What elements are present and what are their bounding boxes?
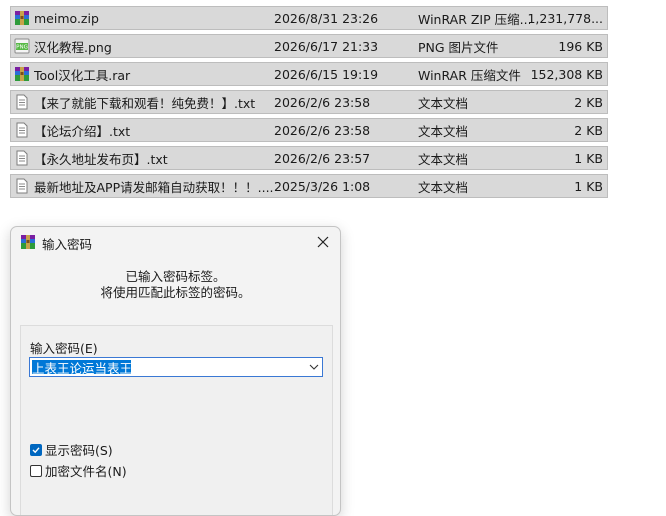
file-type: 文本文档 <box>418 179 469 195</box>
text-document-icon <box>14 94 30 110</box>
file-size: 1 KB <box>574 150 603 166</box>
file-size: 2 KB <box>574 122 603 138</box>
show-password-label: 显示密码(S) <box>45 443 113 458</box>
file-type: 文本文档 <box>418 123 469 139</box>
file-type: PNG 图片文件 <box>418 39 499 55</box>
close-icon[interactable] <box>310 230 336 254</box>
file-name: 【论坛介绍】.txt <box>34 123 131 139</box>
chevron-down-icon[interactable] <box>308 361 320 373</box>
file-type: WinRAR ZIP 压缩... <box>418 11 530 27</box>
png-image-icon: PNG <box>14 38 30 54</box>
file-size: 1,231,778... <box>527 10 603 26</box>
password-combo[interactable] <box>29 357 323 377</box>
encrypt-filenames-label: 加密文件名(N) <box>45 464 127 479</box>
file-row-txt-3[interactable]: 【永久地址发布页】.txt 2026/2/6 23:57 文本文档 1 KB <box>10 146 608 170</box>
text-document-icon <box>14 178 30 194</box>
show-password-row[interactable]: 显示密码(S) <box>30 440 113 459</box>
dialog-message-line2: 将使用匹配此标签的密码。 <box>100 285 251 300</box>
dialog-message-line1: 已输入密码标签。 <box>125 269 226 284</box>
show-password-checkbox[interactable] <box>30 443 42 456</box>
winrar-archive-icon <box>14 10 30 26</box>
file-row-txt-1[interactable]: 【来了就能下载和观看！纯免费！】.txt 2026/2/6 23:58 文本文档… <box>10 90 608 114</box>
dialog-title: 输入密码 <box>42 237 93 252</box>
file-type: WinRAR 压缩文件 <box>418 67 521 83</box>
file-list: meimo.zip 2026/8/31 23:26 WinRAR ZIP 压缩.… <box>10 6 608 202</box>
winrar-archive-icon <box>14 66 30 82</box>
file-size: 152,308 KB <box>530 66 603 82</box>
file-date: 2026/2/6 23:57 <box>274 150 371 166</box>
file-size: 2 KB <box>574 94 603 110</box>
text-document-icon <box>14 150 30 166</box>
password-dialog: 输入密码 已输入密码标签。 将使用匹配此标签的密码。 输入密码(E) 上表王论运… <box>10 226 341 516</box>
text-document-icon <box>14 122 30 138</box>
file-size: 1 KB <box>574 178 603 194</box>
file-size: 196 KB <box>558 38 603 54</box>
file-row-hanhua-png[interactable]: PNG 汉化教程.png 2026/6/17 21:33 PNG 图片文件 19… <box>10 34 608 58</box>
file-name: meimo.zip <box>34 10 99 26</box>
file-name: 最新地址及APP请发邮箱自动获取！！！.... <box>34 179 274 195</box>
file-date: 2026/2/6 23:58 <box>274 122 371 138</box>
file-date: 2025/3/26 1:08 <box>274 178 371 194</box>
file-row-txt-4[interactable]: 最新地址及APP请发邮箱自动获取！！！.... 2025/3/26 1:08 文… <box>10 174 608 198</box>
svg-text:PNG: PNG <box>16 45 28 51</box>
file-row-txt-2[interactable]: 【论坛介绍】.txt 2026/2/6 23:58 文本文档 2 KB <box>10 118 608 142</box>
file-date: 2026/2/6 23:58 <box>274 94 371 110</box>
file-name: Tool汉化工具.rar <box>34 67 131 83</box>
file-type: 文本文档 <box>418 95 469 111</box>
dialog-titlebar[interactable]: 输入密码 <box>11 227 340 257</box>
password-label: 输入密码(E) <box>30 341 98 356</box>
dialog-message: 已输入密码标签。 将使用匹配此标签的密码。 <box>11 269 340 301</box>
file-date: 2026/8/31 23:26 <box>274 10 379 26</box>
file-date: 2026/6/15 19:19 <box>274 66 379 82</box>
file-row-meimo-zip[interactable]: meimo.zip 2026/8/31 23:26 WinRAR ZIP 压缩.… <box>10 6 608 30</box>
file-name: 【永久地址发布页】.txt <box>34 151 168 167</box>
file-name: 汉化教程.png <box>34 39 112 55</box>
password-input[interactable] <box>32 359 302 375</box>
encrypt-filenames-row[interactable]: 加密文件名(N) <box>30 461 127 480</box>
file-date: 2026/6/17 21:33 <box>274 38 379 54</box>
file-row-tool-rar[interactable]: Tool汉化工具.rar 2026/6/15 19:19 WinRAR 压缩文件… <box>10 62 608 86</box>
encrypt-filenames-checkbox[interactable] <box>30 464 42 477</box>
password-panel: 输入密码(E) 显示密码(S) 加密文件名(N) <box>20 325 333 515</box>
file-name: 【来了就能下载和观看！纯免费！】.txt <box>34 95 256 111</box>
winrar-app-icon <box>20 234 36 250</box>
file-type: 文本文档 <box>418 151 469 167</box>
